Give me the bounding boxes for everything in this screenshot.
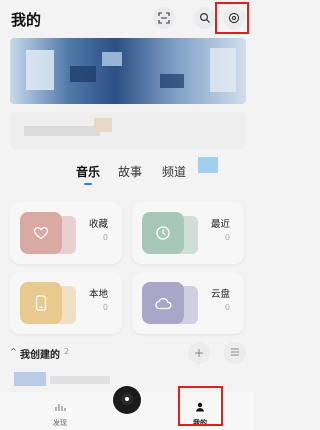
card-count: 0 — [102, 303, 108, 312]
profile-card[interactable] — [10, 112, 246, 150]
scan-icon — [158, 12, 170, 24]
cloud-icon — [142, 282, 184, 324]
heart-icon — [20, 212, 62, 254]
section-count: 2 — [64, 347, 70, 356]
content-tabs: 音乐 故事 频道 — [0, 157, 254, 189]
clock-icon — [142, 212, 184, 254]
mine-highlight — [178, 386, 223, 426]
scan-button[interactable] — [153, 7, 175, 29]
top-bar: 我的 — [0, 0, 254, 36]
card-local[interactable]: 本地 0 — [10, 272, 122, 334]
card-favorites[interactable]: 收藏 0 — [10, 202, 122, 264]
promo-banner[interactable] — [10, 38, 246, 104]
card-recent[interactable]: 最近 0 — [132, 202, 244, 264]
now-playing-disc[interactable] — [113, 386, 141, 414]
chevron-up-icon: ^ — [10, 347, 17, 356]
settings-highlight — [215, 2, 249, 34]
bottom-nav: 发现 我的 — [0, 386, 254, 430]
tab-channels[interactable]: 频道 — [162, 163, 186, 180]
page-title: 我的 — [11, 11, 42, 29]
active-tab-indicator — [84, 183, 92, 185]
card-label: 云盘 — [210, 289, 230, 300]
discover-icon — [54, 397, 66, 416]
tab-music[interactable]: 音乐 — [76, 163, 100, 180]
card-count: 0 — [224, 303, 230, 312]
playlist-menu-button[interactable] — [224, 342, 246, 364]
plus-icon: + — [193, 346, 205, 360]
tab-stories[interactable]: 故事 — [118, 163, 142, 180]
nav-label: 发现 — [53, 419, 67, 427]
card-label: 本地 — [88, 289, 108, 300]
search-button[interactable] — [194, 7, 216, 29]
card-count: 0 — [102, 233, 108, 242]
add-playlist-button[interactable]: + — [188, 342, 210, 364]
nav-discover[interactable]: 发现 — [48, 397, 72, 428]
search-icon — [199, 12, 211, 24]
list-icon — [230, 346, 240, 360]
phone-icon — [20, 282, 62, 324]
card-cloud[interactable]: 云盘 0 — [132, 272, 244, 334]
created-playlists-header[interactable]: ^ 我创建的 2 + — [10, 342, 246, 364]
card-count: 0 — [224, 233, 230, 242]
disc-icon — [120, 391, 134, 410]
card-label: 最近 — [210, 219, 230, 230]
section-title: 我创建的 — [20, 350, 60, 361]
channel-badge — [198, 157, 218, 173]
card-label: 收藏 — [88, 219, 108, 230]
